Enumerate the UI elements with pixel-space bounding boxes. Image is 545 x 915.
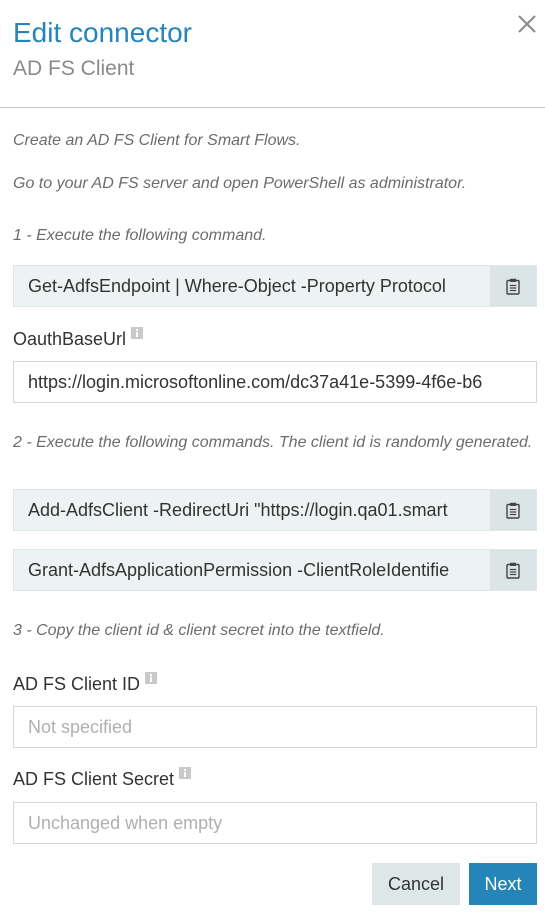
step2-text: 2 - Execute the following commands. The … bbox=[13, 434, 533, 451]
step1-text: 1 - Execute the following command. bbox=[13, 227, 267, 244]
oauth-base-url-label: OauthBaseUrl bbox=[13, 327, 144, 350]
command-box-3: Grant-AdfsApplicationPermission -ClientR… bbox=[13, 549, 537, 591]
clipboard-icon bbox=[506, 502, 520, 519]
copy-command-1-button[interactable] bbox=[490, 266, 536, 306]
step3-text: 3 - Copy the client id & client secret i… bbox=[13, 622, 385, 639]
info-icon bbox=[131, 327, 144, 339]
command-text-3[interactable]: Grant-AdfsApplicationPermission -ClientR… bbox=[14, 550, 490, 590]
command-text-2[interactable]: Add-AdfsClient -RedirectUri "https://log… bbox=[14, 490, 490, 530]
oauth-base-url-label-text: OauthBaseUrl bbox=[13, 329, 127, 349]
oauth-base-url-input[interactable] bbox=[13, 361, 537, 403]
clipboard-icon bbox=[506, 278, 520, 295]
client-id-label: AD FS Client ID bbox=[13, 672, 158, 695]
command-box-2: Add-AdfsClient -RedirectUri "https://log… bbox=[13, 489, 537, 531]
client-secret-input[interactable] bbox=[13, 802, 537, 844]
step0-text: Go to your AD FS server and open PowerSh… bbox=[13, 175, 467, 192]
copy-command-3-button[interactable] bbox=[490, 550, 536, 590]
info-icon bbox=[145, 672, 158, 684]
client-id-input[interactable] bbox=[13, 706, 537, 748]
client-id-label-text: AD FS Client ID bbox=[13, 674, 141, 694]
copy-command-2-button[interactable] bbox=[490, 490, 536, 530]
dialog-subtitle: AD FS Client bbox=[13, 57, 135, 80]
clipboard-icon bbox=[506, 562, 520, 579]
dialog-header: Edit connector AD FS Client bbox=[0, 0, 545, 108]
client-secret-label-text: AD FS Client Secret bbox=[13, 769, 175, 789]
close-button[interactable] bbox=[514, 11, 540, 37]
intro-text: Create an AD FS Client for Smart Flows. bbox=[13, 132, 301, 149]
command-box-1: Get-AdfsEndpoint | Where-Object -Propert… bbox=[13, 265, 537, 307]
edit-connector-dialog: Edit connector AD FS Client Create an AD… bbox=[0, 0, 545, 915]
close-icon bbox=[518, 15, 536, 33]
command-text-1[interactable]: Get-AdfsEndpoint | Where-Object -Propert… bbox=[14, 266, 490, 306]
client-secret-label: AD FS Client Secret bbox=[13, 767, 192, 790]
info-icon bbox=[179, 767, 192, 779]
next-button[interactable]: Next bbox=[469, 863, 537, 905]
dialog-title: Edit connector bbox=[13, 17, 192, 48]
cancel-button[interactable]: Cancel bbox=[372, 863, 460, 905]
